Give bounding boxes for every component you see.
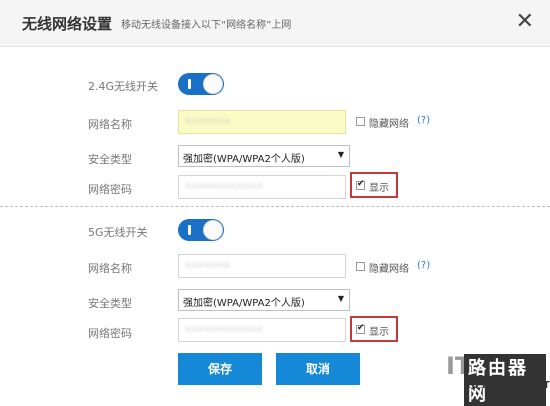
ssid-5g-input[interactable]: ••••••• [178,254,346,278]
show-password-24g-checkbox[interactable] [356,179,365,190]
ssid-24g-label: 网络名称 [88,118,132,131]
dialog-subtitle: 移动无线设备接入以下“网络名称”上网 [121,20,292,31]
password-5g-input[interactable]: •••••••••••• [178,318,346,342]
hide-network-5g-label: 隐藏网络 [369,264,409,275]
toggle-knob [203,220,223,240]
close-icon[interactable]: ✕ [516,8,534,36]
dropdown-arrow-icon: ▼ [337,294,344,303]
switch-5g-label: 5G无线开关 [88,226,148,239]
show-password-5g-label: 显示 [369,327,389,338]
ssid-5g-label: 网络名称 [88,262,132,275]
security-5g-select[interactable]: 强加密(WPA/WPA2个人版) ▼ [178,289,350,311]
save-button[interactable]: 保存 [178,353,262,385]
password-24g-label: 网络密码 [88,183,132,196]
show-password-24g-label: 显示 [369,183,389,194]
password-5g-label: 网络密码 [88,327,132,340]
watermark-en: LUYOUQI.NET [464,380,550,391]
toggle-on-indicator [188,225,191,235]
switch-24g-toggle[interactable] [178,73,224,95]
help-5g-link[interactable]: (?) [417,260,430,271]
toggle-knob [203,74,223,94]
security-5g-label: 安全类型 [88,297,132,310]
watermark-logo: IT 路由器网 LUYOUQI.NET [446,352,550,406]
dialog-header: 无线网络设置 移动无线设备接入以下“网络名称”上网 ✕ [0,0,550,47]
dialog-title: 无线网络设置 [22,15,113,33]
cancel-button[interactable]: 取消 [276,353,360,385]
hide-network-5g-checkbox[interactable] [356,262,365,271]
security-24g-value: 强加密(WPA/WPA2个人版) [183,154,305,165]
security-24g-select[interactable]: 强加密(WPA/WPA2个人版) ▼ [178,145,350,167]
password-24g-input[interactable]: •••••••••••• [178,175,346,199]
show-password-5g-checkbox[interactable] [356,323,365,334]
help-24g-link[interactable]: (?) [417,115,430,126]
switch-24g-label: 2.4G无线开关 [88,80,159,93]
hide-network-24g-label: 隐藏网络 [369,119,409,130]
section-divider [0,206,550,207]
toggle-on-indicator [188,79,191,89]
switch-5g-toggle[interactable] [178,219,224,241]
ssid-24g-input[interactable]: ••••••• [178,110,346,134]
dropdown-arrow-icon: ▼ [337,150,344,159]
security-5g-value: 强加密(WPA/WPA2个人版) [183,298,305,309]
hide-network-24g-checkbox[interactable] [356,117,365,126]
security-24g-label: 安全类型 [88,153,132,166]
